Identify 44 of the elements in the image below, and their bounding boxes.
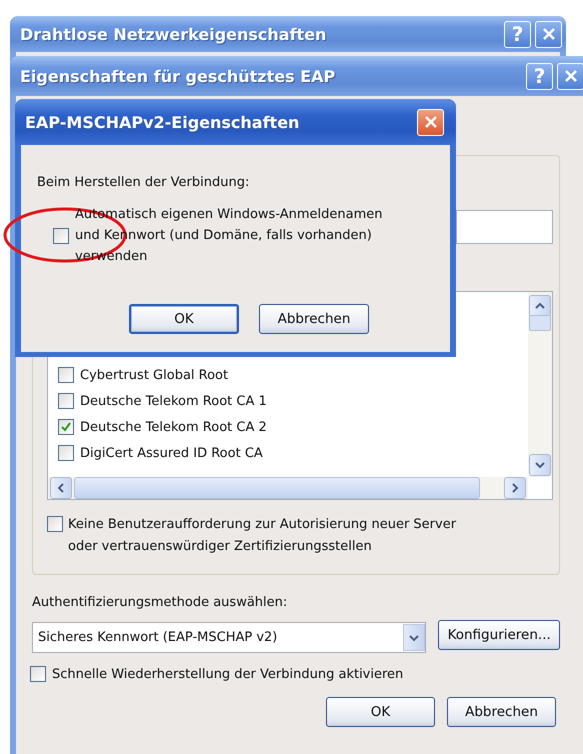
window-title: Eigenschaften für geschütztes EAP (19, 66, 336, 86)
horizontal-scrollbar[interactable] (48, 477, 528, 499)
chevron-left-icon (56, 483, 66, 493)
method-dropdown[interactable]: Sicheres Kennwort (EAP-MSCHAP v2) (32, 622, 426, 653)
checkbox[interactable] (30, 666, 46, 682)
dialog-button[interactable]: Abbrechen (259, 304, 369, 334)
checkbox-label: Keine Benutzeraufforderung zur Autorisierung neuer Server oder vertrauenswürdiger Zertifizierungsstellen (68, 516, 456, 556)
checkbox[interactable] (58, 393, 74, 409)
certificate-item[interactable]: DigiCert Assured ID Root CA (80, 443, 263, 464)
scroll-right-button[interactable] (504, 477, 526, 499)
dialog-button[interactable]: OK (326, 697, 435, 727)
scroll-thumb[interactable] (74, 477, 480, 499)
scroll-thumb[interactable] (529, 314, 551, 330)
input-field[interactable] (456, 210, 553, 244)
checkbox-label: Schnelle Wiederherstellung der Verbindung aktivieren (52, 666, 404, 684)
window-title: EAP-MSCHAPv2-Eigenschaften (24, 112, 300, 132)
scroll-up-button[interactable] (529, 295, 551, 317)
close-button[interactable] (417, 108, 444, 136)
close-icon (542, 27, 556, 41)
field-label: Authentifizierungsmethode auswählen: (32, 595, 288, 610)
chevron-up-icon (535, 301, 545, 311)
scroll-left-button[interactable] (50, 477, 72, 499)
checkbox[interactable] (58, 445, 74, 461)
checkbox[interactable] (58, 419, 74, 435)
scroll-down-button[interactable] (529, 454, 551, 476)
dialog-heading: Beim Herstellen der Verbindung: (37, 175, 250, 190)
certificate-item[interactable]: Cybertrust Global Root (80, 365, 228, 386)
vertical-scrollbar[interactable] (528, 292, 552, 477)
configure-button[interactable]: Konfigurieren... (438, 620, 560, 650)
window-title: Drahtlose Netzwerkeigenschaften (19, 24, 328, 44)
close-button[interactable] (557, 62, 583, 90)
checkbox[interactable] (53, 228, 69, 244)
chevron-right-icon (510, 483, 520, 493)
certificate-item[interactable]: Deutsche Telekom Root CA 1 (80, 391, 267, 412)
close-button[interactable] (535, 20, 562, 48)
checkbox[interactable] (47, 516, 63, 532)
dialog-button[interactable]: Abbrechen (447, 697, 556, 727)
dropdown-value: Sicheres Kennwort (EAP-MSCHAP v2) (38, 630, 278, 645)
certificate-item[interactable]: Deutsche Telekom Root CA 2 (80, 417, 267, 438)
checkbox[interactable] (58, 367, 74, 383)
close-icon (424, 115, 438, 129)
close-icon (564, 69, 578, 83)
chevron-down-icon (535, 460, 545, 470)
dialog-button[interactable]: OK (129, 304, 239, 334)
